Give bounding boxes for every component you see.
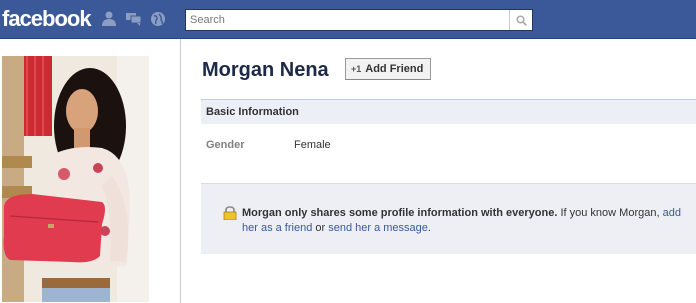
add-friend-label: Add Friend	[365, 63, 424, 75]
privacy-notice: Morgan only shares some profile informat…	[201, 183, 696, 254]
add-friend-button[interactable]: +1 Add Friend	[345, 58, 432, 80]
privacy-notice-text-1: If you know Morgan,	[557, 207, 663, 219]
jewel-icons	[100, 9, 167, 28]
search-box	[185, 9, 533, 31]
profile-picture[interactable]	[2, 56, 149, 302]
basic-information-header: Basic Information	[201, 99, 696, 124]
add-friend-icon: +1	[351, 64, 362, 74]
facebook-logo[interactable]: facebook	[2, 6, 92, 32]
search-icon	[515, 14, 527, 26]
privacy-notice-text-2: or	[312, 222, 329, 234]
privacy-notice-text: Morgan only shares some profile informat…	[242, 206, 682, 236]
top-bar: facebook	[0, 0, 696, 39]
friend-requests-icon[interactable]	[100, 9, 119, 28]
privacy-notice-text-3: .	[427, 222, 431, 234]
gender-label: Gender	[206, 139, 245, 151]
notifications-globe-icon[interactable]	[148, 9, 167, 28]
search-button[interactable]	[509, 10, 532, 30]
profile-name: Morgan Nena	[202, 59, 329, 81]
send-message-link[interactable]: send her a message	[328, 222, 428, 234]
left-column	[0, 39, 181, 303]
lock-icon	[223, 206, 237, 220]
search-input[interactable]	[190, 11, 509, 29]
privacy-notice-bold: Morgan only shares some profile informat…	[242, 207, 558, 219]
gender-value: Female	[294, 139, 331, 151]
messages-icon[interactable]	[124, 9, 143, 28]
section-title: Basic Information	[206, 106, 299, 118]
